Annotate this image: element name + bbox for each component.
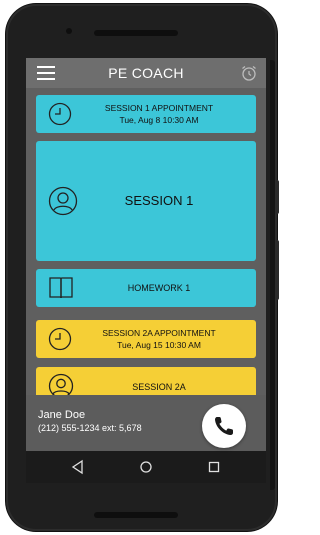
earpiece-speaker — [94, 30, 178, 36]
recents-square-icon[interactable] — [206, 459, 222, 475]
homework-1-card[interactable]: HOMEWORK 1 — [36, 269, 256, 307]
homework-1-label: HOMEWORK 1 — [127, 283, 191, 293]
back-triangle-icon[interactable] — [70, 459, 86, 475]
session-1-card[interactable]: SESSION 1 — [36, 141, 256, 261]
session-1-appointment-title: SESSION 1 APPOINTMENT — [104, 103, 214, 113]
power-button — [275, 240, 279, 300]
app-bar: PE COACH — [26, 58, 266, 88]
app-title: PE COACH — [108, 65, 184, 81]
hamburger-menu-icon[interactable] — [37, 66, 55, 80]
android-nav-bar — [26, 451, 266, 483]
contact-name: Jane Doe — [38, 409, 86, 421]
volume-button — [275, 180, 279, 214]
bottom-speaker — [94, 512, 178, 518]
contact-phone: (212) 555-1234 ext: 5,678 — [38, 423, 142, 433]
session-1-label: SESSION 1 — [124, 193, 194, 208]
session-2a-appointment-card[interactable]: SESSION 2A APPOINTMENT Tue, Aug 15 10:30… — [36, 320, 256, 358]
session-2a-appointment-title: SESSION 2A APPOINTMENT — [102, 328, 216, 338]
call-button[interactable] — [202, 404, 246, 448]
alarm-clock-icon[interactable] — [240, 64, 258, 82]
session-2a-label: SESSION 2A — [132, 382, 186, 392]
phone-icon — [215, 417, 233, 435]
session-2a-appointment-time: Tue, Aug 15 10:30 AM — [117, 340, 201, 350]
session-1-appointment-time: Tue, Aug 8 10:30 AM — [119, 115, 199, 125]
front-camera — [66, 28, 72, 34]
session-1-appointment-card[interactable]: SESSION 1 APPOINTMENT Tue, Aug 8 10:30 A… — [36, 95, 256, 133]
app-screen: PE COACH SESSION 1 APPOINTMENT Tue, Aug … — [26, 58, 266, 483]
home-circle-icon[interactable] — [138, 459, 154, 475]
